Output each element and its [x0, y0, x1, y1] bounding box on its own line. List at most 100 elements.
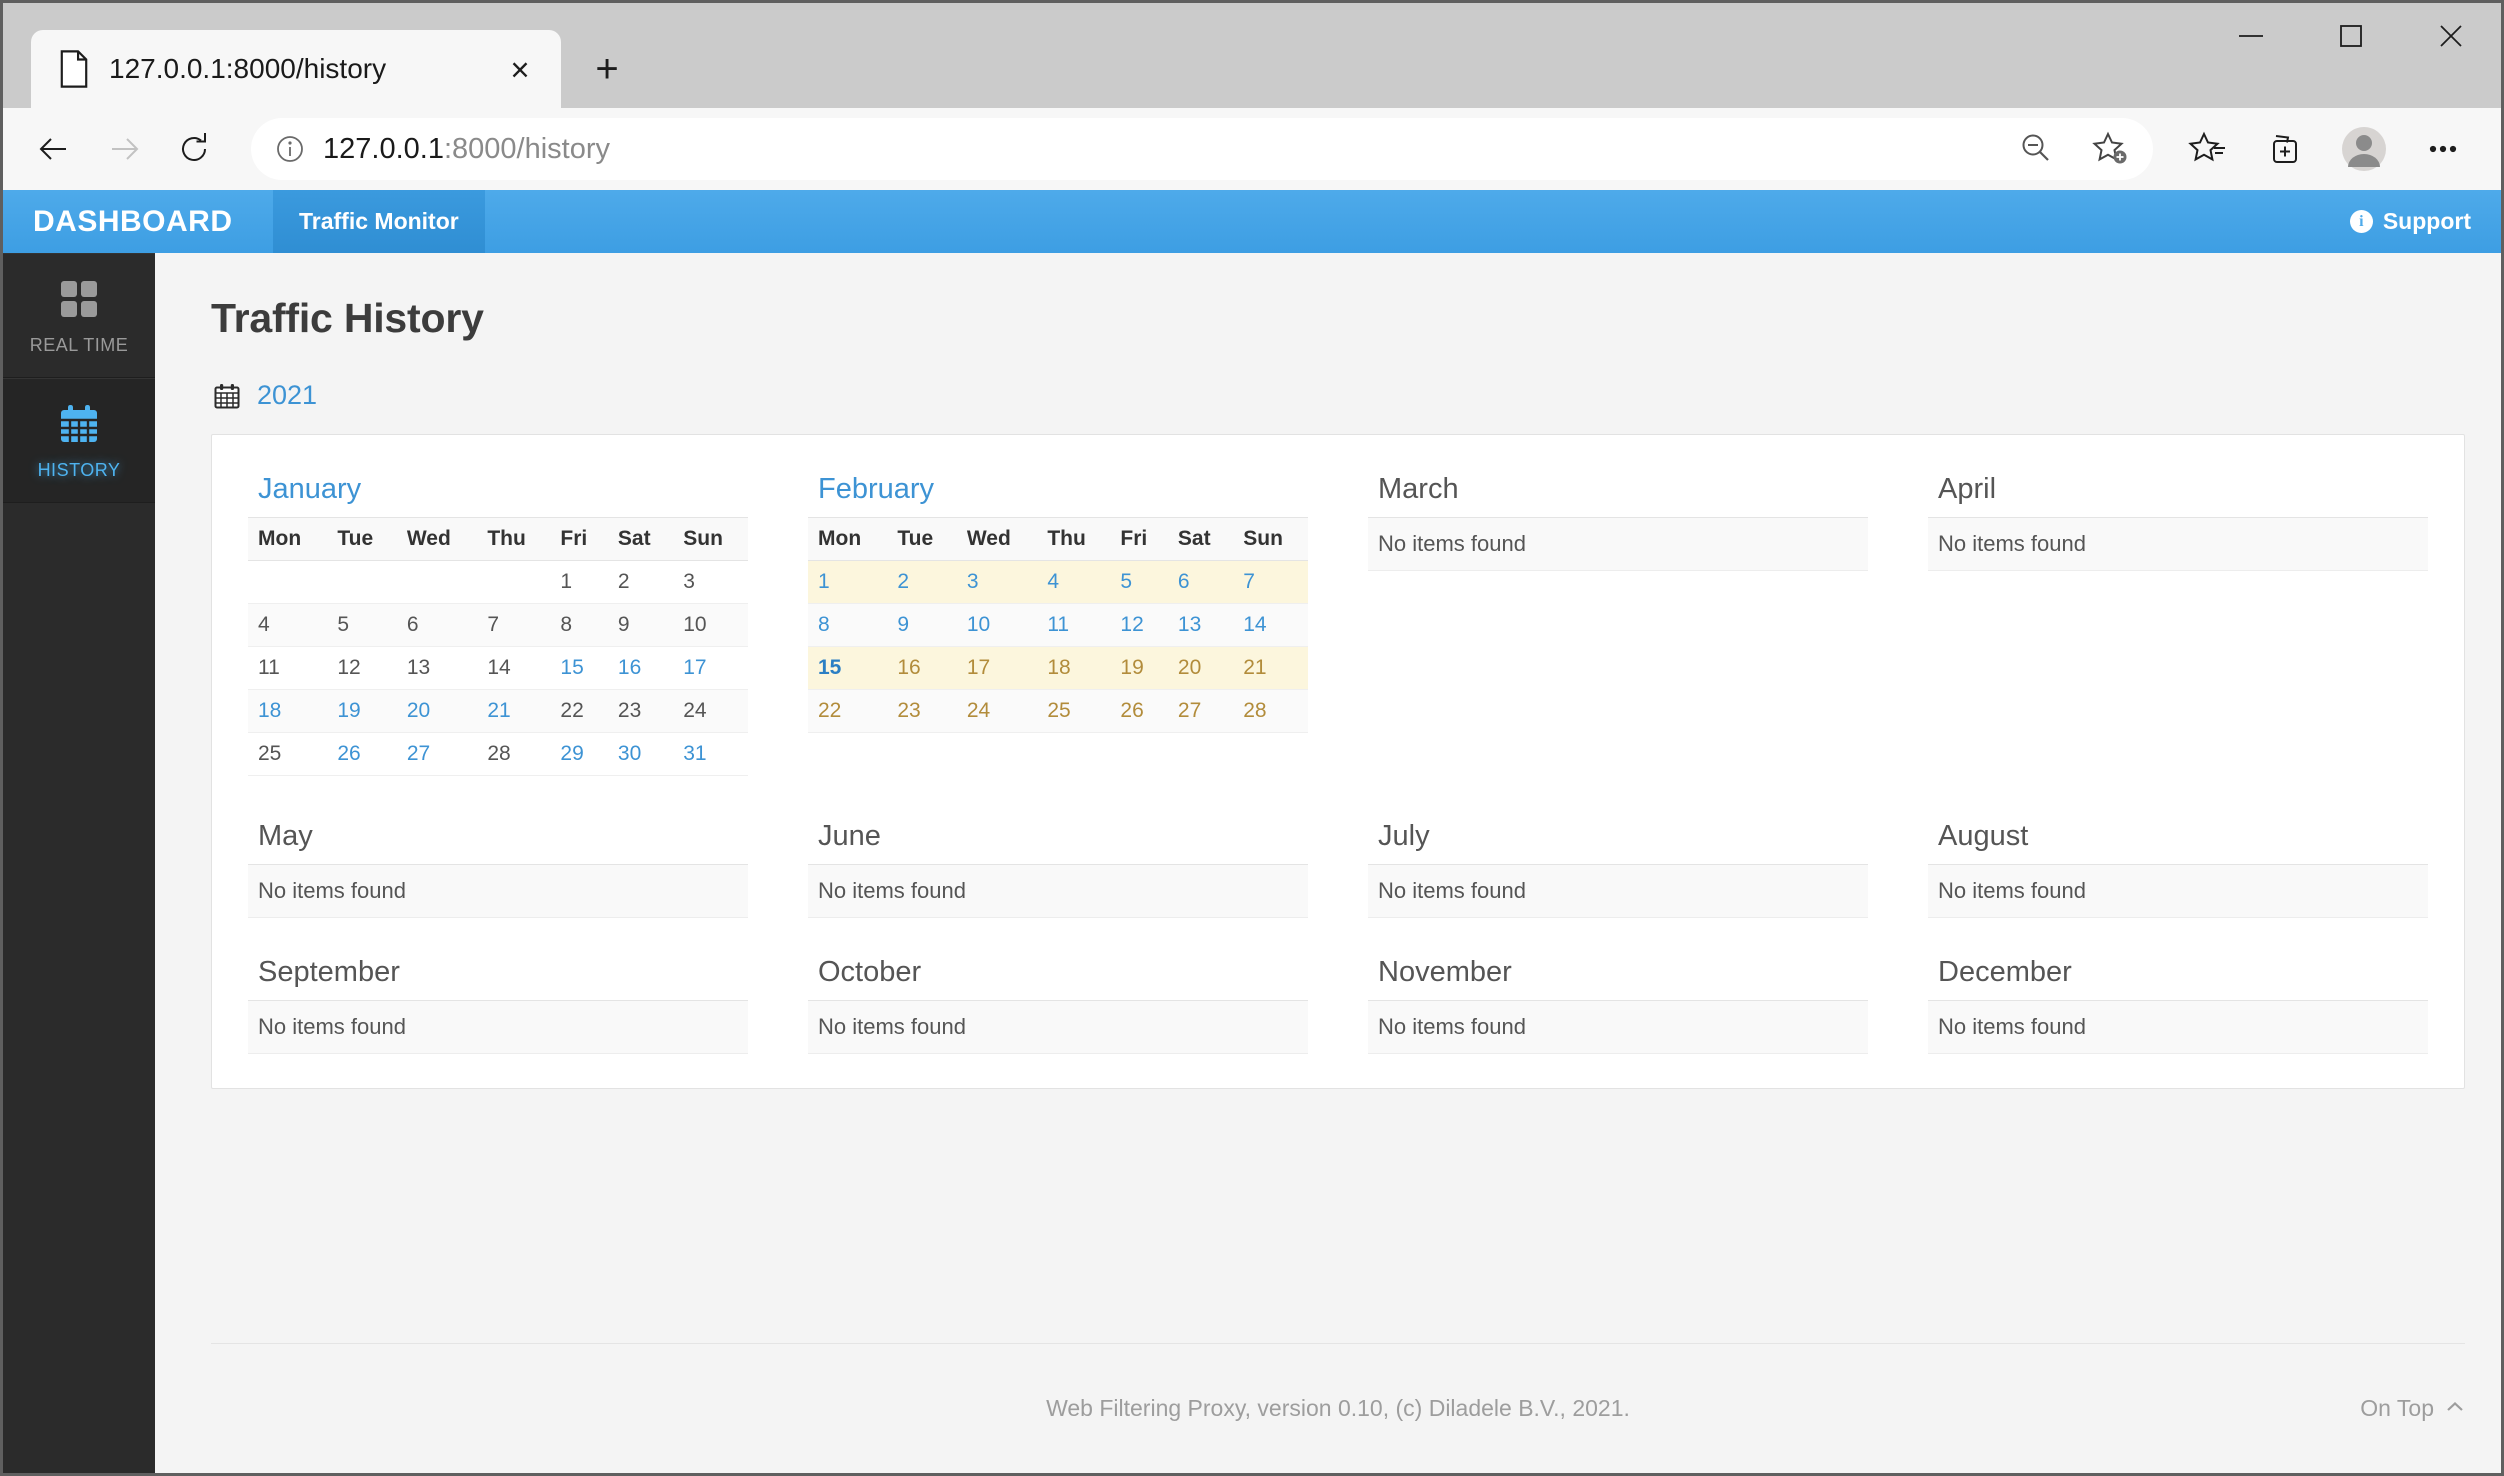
sidebar-item-history[interactable]: HISTORY: [3, 378, 155, 503]
month-block-march: March No items found: [1358, 463, 1878, 776]
calendar-header-row: Mon Tue Wed Thu Fri Sat Sun: [808, 517, 1308, 561]
calendar-day-9[interactable]: 9: [887, 603, 957, 647]
no-items-message: No items found: [248, 1000, 748, 1054]
calendar-day-17[interactable]: 17: [673, 646, 748, 690]
no-items-message: No items found: [248, 864, 748, 918]
month-title: September: [258, 956, 400, 988]
calendar-day-8[interactable]: 8: [808, 603, 888, 647]
calendar-day-19[interactable]: 19: [327, 689, 397, 733]
settings-more-icon[interactable]: [2407, 116, 2479, 182]
calendar-day-26[interactable]: 26: [327, 732, 397, 776]
calendar-day-30[interactable]: 30: [607, 732, 674, 776]
info-icon[interactable]: [273, 132, 307, 166]
minimize-icon[interactable]: [2201, 3, 2301, 69]
calendar-day-15[interactable]: 15: [550, 646, 608, 690]
close-icon[interactable]: [2401, 3, 2501, 69]
month-block-may: May No items found: [238, 810, 758, 918]
weekday-header: Fri: [1110, 517, 1168, 561]
browser-toolbar: 127.0.0.1:8000/history: [3, 108, 2501, 190]
support-link[interactable]: i Support: [2349, 190, 2501, 253]
url-text[interactable]: 127.0.0.1:8000/history: [323, 133, 1991, 166]
calendar-day-4[interactable]: 4: [1037, 560, 1111, 604]
reload-icon[interactable]: [161, 116, 227, 182]
calendar-week-row: 8 9 10 11 12 13 14: [808, 603, 1308, 647]
calendar-day-2: 2: [607, 560, 674, 604]
calendar-day-6[interactable]: 6: [1167, 560, 1234, 604]
calendar-day-18: 18: [1037, 646, 1111, 690]
year-link[interactable]: 2021: [257, 380, 317, 411]
close-icon[interactable]: ×: [497, 46, 543, 92]
nav-tab-traffic-monitor[interactable]: Traffic Monitor: [273, 190, 485, 253]
calendar-day-22: 22: [550, 689, 608, 733]
calendar-day-28: 28: [1233, 689, 1308, 733]
browser-tab[interactable]: 127.0.0.1:8000/history ×: [31, 30, 561, 108]
on-top-button[interactable]: On Top: [2360, 1395, 2465, 1422]
body-row: REAL TIME HISTORY Traffic History 2021 J…: [3, 253, 2501, 1473]
info-icon: i: [2349, 210, 2373, 233]
calendar-day-5: 5: [327, 603, 397, 647]
forward-arrow-icon: [91, 116, 157, 182]
calendar-day-13: 13: [396, 646, 478, 690]
maximize-icon[interactable]: [2301, 3, 2401, 69]
add-favorite-icon[interactable]: [2081, 120, 2139, 178]
calendar-day-1[interactable]: 1: [808, 560, 888, 604]
months-row-3: September No items found October No items f…: [238, 946, 2438, 1054]
calendar-day-empty: [477, 560, 551, 604]
calendar-day-21: 21: [1233, 646, 1308, 690]
collections-icon[interactable]: [2249, 116, 2321, 182]
calendar-day-9: 9: [607, 603, 674, 647]
sidebar-item-real-time[interactable]: REAL TIME: [3, 253, 155, 378]
calendar-day-1: 1: [550, 560, 608, 604]
calendar-day-21[interactable]: 21: [477, 689, 551, 733]
calendar-day-31[interactable]: 31: [673, 732, 748, 776]
weekday-header: Thu: [1037, 517, 1111, 561]
calendar-day-26: 26: [1110, 689, 1168, 733]
calendar-day-13[interactable]: 13: [1167, 603, 1234, 647]
calendar-day-27[interactable]: 27: [396, 732, 478, 776]
address-bar[interactable]: 127.0.0.1:8000/history: [251, 118, 2153, 180]
weekday-header: Thu: [477, 517, 551, 561]
back-arrow-icon[interactable]: [21, 116, 87, 182]
year-selector[interactable]: 2021: [155, 342, 2501, 411]
calendar-table: Mon Tue Wed Thu Fri Sat Sun 1 2 3 4 5 6 7 8 9 10 11 12 13 1…: [248, 517, 748, 776]
calendar-header-row: Mon Tue Wed Thu Fri Sat Sun: [248, 517, 748, 561]
footer-text: Web Filtering Proxy, version 0.10, (c) D…: [1046, 1395, 1630, 1421]
calendar-day-14: 14: [477, 646, 551, 690]
app-brand[interactable]: DASHBOARD: [3, 190, 273, 253]
month-title[interactable]: January: [248, 473, 748, 517]
zoom-out-icon[interactable]: [2007, 120, 2065, 178]
calendar-day-12[interactable]: 12: [1110, 603, 1168, 647]
calendar-day-empty: [396, 560, 478, 604]
new-tab-button[interactable]: +: [577, 39, 637, 99]
month-title: December: [1938, 956, 2072, 988]
weekday-header: Sun: [1233, 517, 1308, 561]
calendar-week-row: 22 23 24 25 26 27 28: [808, 689, 1308, 733]
calendar-day-20[interactable]: 20: [396, 689, 478, 733]
calendar-day-18[interactable]: 18: [248, 689, 328, 733]
calendar-day-empty: [248, 560, 328, 604]
calendar-day-15[interactable]: 15: [808, 646, 888, 690]
calendar-week-row: 123: [248, 560, 748, 604]
month-block-july: July No items found: [1358, 810, 1878, 918]
calendar-day-23: 23: [607, 689, 674, 733]
month-title: August: [1938, 820, 2029, 852]
month-title: April: [1938, 473, 1997, 505]
calendar-day-5[interactable]: 5: [1110, 560, 1168, 604]
calendar-week-row: 25 26 27 28 29 30 31: [248, 732, 748, 776]
calendar-day-7[interactable]: 7: [1233, 560, 1308, 604]
calendar-day-11[interactable]: 11: [1037, 603, 1111, 647]
month-title[interactable]: February: [808, 473, 1308, 517]
month-block-june: June No items found: [798, 810, 1318, 918]
weekday-header: Tue: [887, 517, 957, 561]
calendar-day-3[interactable]: 3: [956, 560, 1038, 604]
favorites-icon[interactable]: [2173, 116, 2245, 182]
profile-avatar-icon[interactable]: [2325, 116, 2403, 182]
calendar-day-16[interactable]: 16: [607, 646, 674, 690]
calendar-day-23: 23: [887, 689, 957, 733]
calendar-day-14[interactable]: 14: [1233, 603, 1308, 647]
calendar-day-10[interactable]: 10: [956, 603, 1038, 647]
page-footer: Web Filtering Proxy, version 0.10, (c) D…: [211, 1343, 2465, 1473]
calendar-day-2[interactable]: 2: [887, 560, 957, 604]
calendar-day-29[interactable]: 29: [550, 732, 608, 776]
on-top-label: On Top: [2360, 1395, 2434, 1421]
